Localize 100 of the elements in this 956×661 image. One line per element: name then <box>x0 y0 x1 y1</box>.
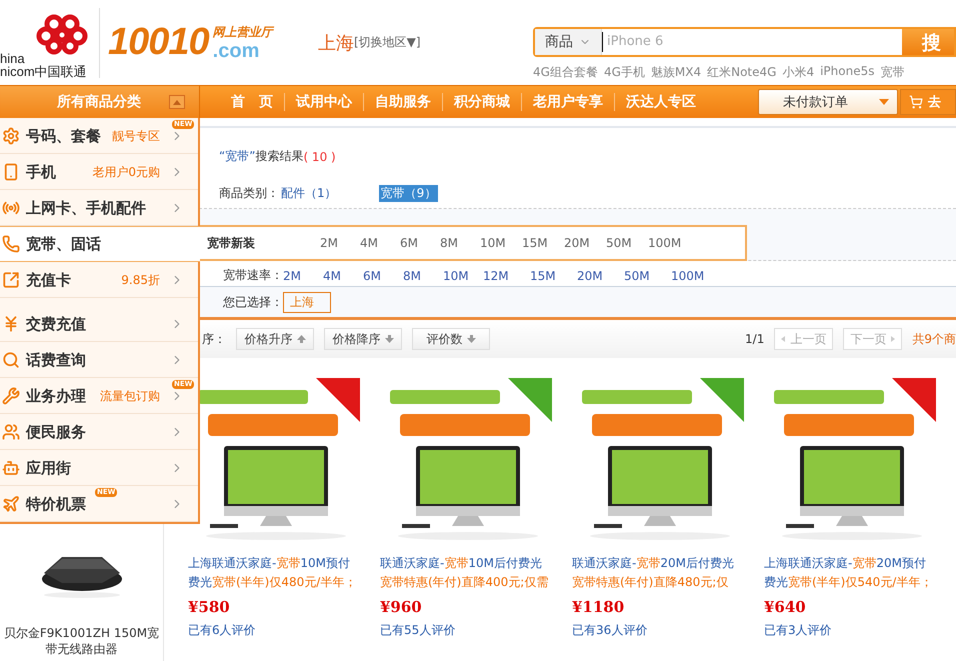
site-logo-tagline: 网上营业厅 <box>212 24 273 41</box>
review-count-link[interactable]: 已有6人评价 <box>188 622 380 639</box>
all-categories-title: 所有商品分类 <box>57 93 141 111</box>
category-label[interactable]: 便民服务 <box>26 422 86 442</box>
arrow-up-icon <box>296 335 306 343</box>
category-label[interactable]: 上网卡、手机配件 <box>26 198 146 218</box>
handset-icon <box>2 235 20 253</box>
gear-icon <box>2 127 20 145</box>
product-title[interactable]: 贝尔金F9K1001ZH 150M宽带无线路由器 <box>2 625 162 657</box>
hot-search-link[interactable]: 魅族MX4 <box>650 64 702 80</box>
category-label[interactable]: 业务办理 <box>26 386 86 406</box>
product-title[interactable]: 联通沃家庭-宽带20M后付费光 宽带特惠(年付)直降480元;仅 <box>572 554 744 592</box>
submenu-link[interactable]: 50M <box>606 236 648 250</box>
submenu-link[interactable]: 2M <box>320 236 360 250</box>
hot-search-link[interactable]: 小米4 <box>782 64 814 80</box>
page-indicator: 1/1 <box>745 332 764 346</box>
category-label[interactable]: 应用街 <box>26 458 71 478</box>
category-menu-item[interactable]: 话费查询 <box>0 342 198 378</box>
submenu-title: 宽带新装 <box>207 234 256 252</box>
sort-label: 序： <box>202 330 226 348</box>
search-query: “宽带” <box>219 148 256 165</box>
category-filter-link[interactable]: 配件（1） <box>279 185 339 202</box>
product-title[interactable]: 联通沃家庭-宽带10M后付费光 宽带特惠(年付)直降400元;仅需 <box>380 554 552 592</box>
filter-label: 宽带速率： <box>223 267 283 284</box>
product-title[interactable]: 上海联通沃家庭-宽带20M预付费光宽带(半年)仅540元/半年； <box>764 554 936 592</box>
speed-filter-link[interactable]: 100M <box>671 268 718 282</box>
collapse-button[interactable] <box>169 95 185 109</box>
robot-icon <box>2 459 20 477</box>
antenna-icon <box>2 199 20 217</box>
card-icon <box>2 271 20 289</box>
submenu-link[interactable]: 10M <box>480 236 522 250</box>
current-city: 上海 <box>318 32 354 54</box>
total-count: 共9个商 <box>912 330 956 348</box>
speed-filter-link[interactable]: 20M <box>577 268 624 282</box>
submenu-link[interactable]: 100M <box>648 236 690 250</box>
hot-search-link[interactable]: 4G手机 <box>604 64 645 80</box>
hot-search-link[interactable]: iPhone5s <box>820 64 874 80</box>
product-price: ¥1180 <box>572 598 626 616</box>
category-menu-item[interactable]: 手机 老用户0元购 <box>0 154 198 190</box>
review-count-link[interactable]: 已有55人评价 <box>380 622 572 639</box>
speed-filter-link[interactable]: 4M <box>323 268 363 282</box>
caret-right-icon <box>891 336 896 342</box>
hot-search-link[interactable]: 红米Note4G <box>707 64 776 80</box>
product-title[interactable]: 上海联通沃家庭-宽带10M预付费光宽带(半年)仅480元/半年； <box>188 554 360 592</box>
speed-filter-link[interactable]: 2M <box>283 268 323 282</box>
speed-filter-link[interactable]: 50M <box>624 268 671 282</box>
category-label[interactable]: 交费充值 <box>26 314 86 334</box>
caret-left-icon <box>781 336 786 342</box>
speed-filter-link[interactable]: 8M <box>403 268 443 282</box>
category-menu-item[interactable]: 充值卡 9.85折 <box>0 262 198 298</box>
hot-search-link[interactable]: 宽带 <box>880 64 904 80</box>
site-logo-domain: .com <box>212 41 260 61</box>
submenu-link[interactable]: 6M <box>400 236 440 250</box>
sort-button[interactable]: 价格升序 <box>236 328 314 350</box>
logo-text: hina <box>0 52 25 64</box>
category-filter-link[interactable]: 宽带（9） <box>378 185 438 202</box>
people-icon <box>2 423 20 441</box>
search-icon <box>2 351 20 369</box>
submenu-link[interactable]: 4M <box>360 236 400 250</box>
filter-label: 您已选择： <box>223 294 283 310</box>
arrow-down-icon <box>466 335 476 343</box>
switch-city-link[interactable]: [切换地区▼] <box>354 34 421 51</box>
knot-logo-icon <box>34 12 90 56</box>
results-count: ( 10 ) <box>303 150 336 164</box>
logo-text: nicom中国联通 <box>0 64 87 78</box>
unpaid-orders-dropdown[interactable]: 未付款订单 <box>758 89 898 115</box>
review-count-link[interactable]: 已有36人评价 <box>572 622 764 639</box>
cart-icon <box>909 95 923 109</box>
speed-filter-link[interactable]: 6M <box>363 268 403 282</box>
speed-filter-link[interactable]: 15M <box>530 268 577 282</box>
wrench-icon <box>2 387 20 405</box>
caret-icon <box>879 99 889 105</box>
results-heading: 搜索结果 <box>255 148 304 165</box>
category-label[interactable]: 宽带、固话 <box>26 234 101 254</box>
submenu-link[interactable]: 8M <box>440 236 480 250</box>
category-menu-item[interactable]: 便民服务 <box>0 414 198 450</box>
filter-label: 商品类别： <box>219 185 279 202</box>
category-menu-item[interactable]: 宽带、固话 <box>0 226 200 262</box>
plane-icon <box>2 495 20 513</box>
product-price: ¥960 <box>380 598 423 616</box>
submenu-link[interactable]: 15M <box>522 236 564 250</box>
category-label[interactable]: 充值卡 <box>26 270 71 290</box>
sort-button[interactable]: 价格降序 <box>324 328 402 350</box>
arrow-down-icon <box>384 335 394 343</box>
category-menu-item[interactable]: 交费充值 <box>0 306 198 342</box>
product-price: ¥640 <box>764 598 807 616</box>
category-select[interactable]: 商品 <box>535 28 602 54</box>
speed-filter-link[interactable]: 12M <box>483 268 530 282</box>
category-label[interactable]: 号码、套餐 <box>26 126 101 146</box>
category-label[interactable]: 话费查询 <box>26 350 86 370</box>
submenu-link[interactable]: 20M <box>564 236 606 250</box>
hot-search-link[interactable]: 4G组合套餐 <box>533 64 598 80</box>
category-menu-item[interactable]: 应用街 <box>0 450 198 486</box>
speed-filter-link[interactable]: 10M <box>443 268 483 282</box>
category-label[interactable]: 特价机票 <box>26 494 86 514</box>
caret-up-icon <box>173 100 181 104</box>
search-bar[interactable]: 商品 iPhone 6 搜 <box>533 26 956 56</box>
review-count-link[interactable]: 已有3人评价 <box>764 622 956 639</box>
category-label[interactable]: 手机 <box>26 162 56 182</box>
sort-button[interactable]: 评价数 <box>412 328 490 350</box>
